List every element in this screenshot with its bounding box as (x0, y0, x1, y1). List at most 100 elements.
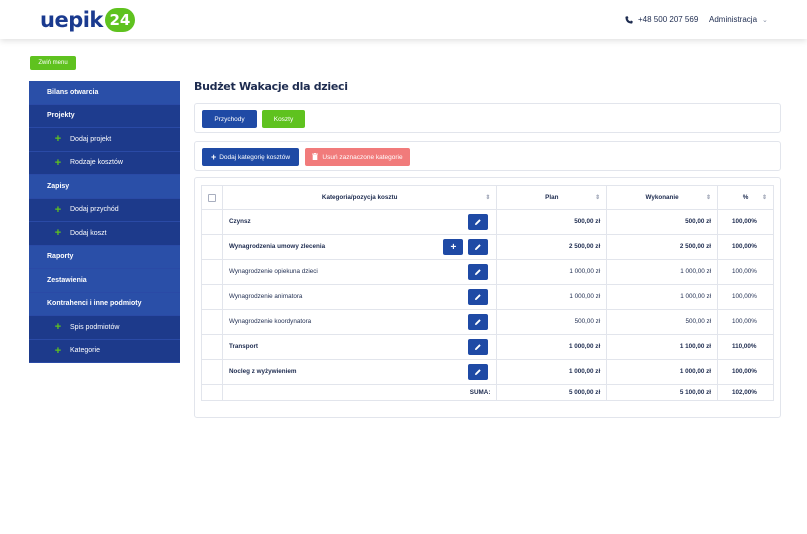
sidebar: Bilans otwarcia Projekty + Dodaj projekt + Ro… (29, 81, 180, 363)
tab-income[interactable]: Przychody (202, 110, 257, 128)
sum-empty-cell (201, 384, 223, 401)
add-subitem-button[interactable]: + (443, 239, 464, 255)
sidebar-item-1[interactable]: Projekty (29, 104, 180, 128)
select-all-cell (201, 185, 223, 210)
select-all-checkbox[interactable] (207, 193, 216, 202)
row-done: 1 000,00 zł (606, 259, 718, 285)
edit-button[interactable] (468, 339, 489, 355)
edit-button[interactable] (468, 214, 489, 230)
sidebar-item-2[interactable]: + Dodaj projekt (29, 128, 180, 152)
user-menu-label: Administracja (709, 15, 758, 24)
plus-icon: + (54, 133, 62, 146)
row-name: Czynsz (228, 218, 251, 225)
row-done: 500,00 zł (606, 209, 718, 235)
plus-icon: + (54, 321, 62, 334)
add-category-button[interactable]: + Dodaj kategorię kosztów (202, 148, 299, 166)
row-select-cell (201, 309, 223, 335)
phone-number: +48 500 207 569 (638, 15, 699, 24)
row-name-cell: Wynagrodzenie opiekuna dzieci (221, 259, 498, 285)
row-pct: 100,00% (717, 209, 774, 235)
add-category-label: Dodaj kategorię kosztów (219, 153, 291, 161)
sidebar-item-label: Rodzaje kosztów (70, 159, 123, 167)
row-plan: 500,00 zł (496, 209, 608, 235)
table-row: Wynagrodzenie opiekuna dzieci 1 000,00 zł… (201, 259, 774, 285)
edit-button[interactable] (468, 264, 489, 280)
sidebar-item-label: Dodaj przychód (70, 206, 119, 214)
col-header-pct[interactable]: % ⇕ (717, 185, 774, 210)
table-row: Wynagrodzenie animatora 1 000,00 zł 1 000,… (201, 284, 774, 310)
sidebar-item-8[interactable]: Zestawienia (29, 269, 180, 293)
row-name-cell: Czynsz (221, 209, 498, 235)
sidebar-item-label: Bilans otwarcia (47, 88, 99, 96)
sidebar-item-11[interactable]: + Kategorie (29, 339, 180, 363)
tab-costs[interactable]: Koszty (262, 110, 305, 128)
row-name: Wynagrodzenie koordynatora (228, 318, 312, 325)
pencil-icon (475, 344, 482, 350)
edit-button[interactable] (468, 314, 489, 330)
row-select-cell (201, 284, 223, 310)
sidebar-item-0[interactable]: Bilans otwarcia (29, 81, 180, 105)
row-name-cell: Wynagrodzenie koordynatora (221, 309, 498, 335)
phone-contact[interactable]: +48 500 207 569 (625, 15, 698, 24)
plus-icon: + (54, 156, 62, 169)
table-body: Czynsz 500,00 zł 500,00 zł 100,00% Wynagrodz… (201, 209, 774, 401)
sum-done: 5 100,00 zł (606, 384, 718, 401)
row-actions (468, 364, 489, 380)
row-plan: 500,00 zł (496, 309, 608, 335)
table-header-row: Kategoria/pozycja kosztu ⇕ Plan ⇕ Wykonani… (201, 185, 774, 210)
row-plan: 1 000,00 zł (496, 334, 608, 360)
col-header-done[interactable]: Wykonanie ⇕ (606, 185, 718, 210)
sidebar-item-label: Dodaj projekt (70, 135, 112, 143)
table-row: Transport 1 000,00 zł 1 100,00 zł 110,00% (201, 334, 774, 360)
sidebar-item-7[interactable]: Raporty (29, 245, 180, 269)
row-pct: 100,00% (717, 259, 774, 285)
row-pct: 100,00% (717, 359, 774, 385)
plus-icon: + (54, 203, 62, 216)
collapse-menu-button[interactable]: Zwiń menu (30, 56, 76, 70)
user-menu[interactable]: Administracja ⌄ (709, 15, 768, 24)
row-actions (468, 289, 489, 305)
col-header-name-label: Kategoria/pozycja kosztu (321, 194, 398, 201)
row-plan: 1 000,00 zł (496, 284, 608, 310)
row-select-cell (201, 334, 223, 360)
sidebar-item-label: Kategorie (70, 347, 100, 355)
sidebar-item-3[interactable]: + Rodzaje kosztów (29, 151, 180, 175)
col-header-plan-label: Plan (545, 194, 559, 201)
row-select-cell (201, 209, 223, 235)
sort-icon: ⇕ (705, 195, 711, 201)
col-header-name[interactable]: Kategoria/pozycja kosztu ⇕ (221, 185, 498, 210)
sidebar-item-4[interactable]: Zapisy (29, 175, 180, 199)
edit-button[interactable] (468, 239, 489, 255)
row-done: 500,00 zł (606, 309, 718, 335)
row-pct: 100,00% (717, 284, 774, 310)
sort-icon: ⇕ (485, 195, 491, 201)
row-plan: 2 500,00 zł (496, 234, 608, 260)
edit-button[interactable] (468, 289, 489, 305)
table-row: Wynagrodzenia umowy zlecenia +2 500,00 zł… (201, 234, 774, 260)
plus-icon: + (210, 152, 217, 162)
row-actions (468, 314, 489, 330)
col-header-plan[interactable]: Plan ⇕ (496, 185, 608, 210)
col-header-pct-label: % (742, 194, 749, 201)
sidebar-item-10[interactable]: + Spis podmiotów (29, 316, 180, 340)
pencil-icon (475, 294, 482, 300)
row-pct: 110,00% (717, 334, 774, 360)
sidebar-item-label: Zapisy (47, 182, 70, 190)
sidebar-item-5[interactable]: + Dodaj przychód (29, 198, 180, 222)
row-pct: 100,00% (717, 309, 774, 335)
logo[interactable]: uepik 24 (40, 7, 135, 33)
delete-selected-label: Usuń zaznaczone kategorie (322, 153, 403, 161)
sidebar-item-9[interactable]: Kontrahenci i inne podmioty (29, 292, 180, 316)
sidebar-item-6[interactable]: + Dodaj koszt (29, 222, 180, 246)
sum-row: SUMA: 5 000,00 zł 5 100,00 zł 102,00% (201, 384, 774, 401)
sort-icon: ⇕ (595, 195, 601, 201)
col-header-done-label: Wykonanie (645, 194, 679, 201)
delete-selected-button[interactable]: Usuń zaznaczone kategorie (305, 148, 410, 166)
row-select-cell (201, 359, 223, 385)
edit-button[interactable] (468, 364, 489, 380)
table-row: Nocleg z wyżywieniem 1 000,00 zł 1 000,00 … (201, 359, 774, 385)
sidebar-item-label: Zestawienia (47, 276, 87, 284)
top-header: uepik 24 +48 500 207 569 Administracja ⌄ (0, 0, 807, 39)
row-name: Wynagrodzenie animatora (228, 293, 303, 300)
trash-icon (312, 152, 319, 162)
